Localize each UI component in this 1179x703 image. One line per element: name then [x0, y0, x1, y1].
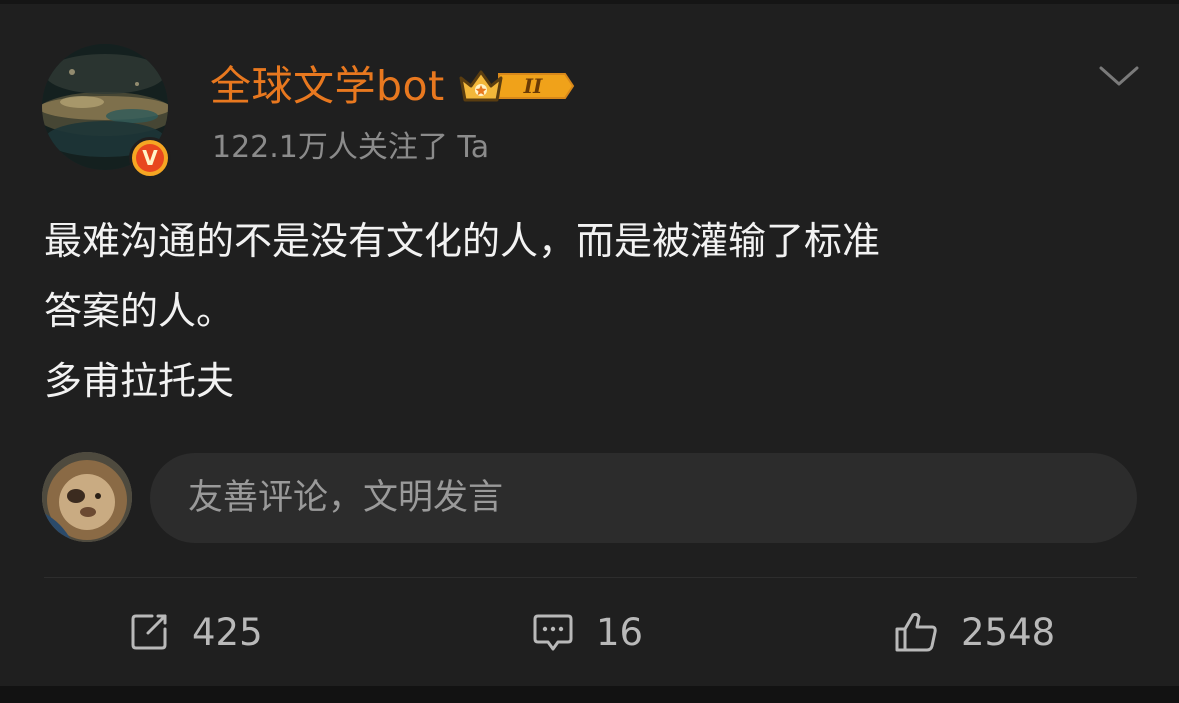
comment-count: 16 [596, 610, 644, 654]
chevron-down-icon[interactable] [1097, 60, 1141, 90]
my-avatar[interactable] [42, 452, 132, 542]
comment-button[interactable]: 16 [532, 604, 643, 660]
post-line: 最难沟通的不是没有文化的人，而是被灌输了标准 [44, 219, 881, 263]
comment-icon [532, 611, 574, 653]
post-author-attribution: 多甫拉托夫 [44, 359, 235, 403]
share-count: 425 [192, 610, 263, 654]
avatar-image [42, 452, 132, 542]
thumbs-up-icon [893, 611, 939, 653]
author-name-row: 全球文学bot II [210, 58, 575, 114]
post-text: 最难沟通的不是没有文化的人，而是被灌输了标准 答案的人。 多甫拉托夫 [44, 206, 1144, 416]
verified-badge-icon: V [129, 137, 171, 179]
like-button[interactable]: 2548 [893, 604, 1055, 660]
share-icon [128, 611, 170, 653]
comment-input[interactable] [150, 453, 1137, 543]
bottom-strip [0, 686, 1179, 703]
post-line: 答案的人。 [44, 289, 235, 333]
share-button[interactable]: 425 [128, 604, 263, 660]
follower-count: 122.1万人关注了 Ta [212, 130, 490, 165]
author-name[interactable]: 全球文学bot [210, 58, 445, 114]
like-count: 2548 [961, 610, 1056, 654]
divider [44, 577, 1137, 578]
rank-label: II [522, 74, 542, 98]
crown-rank-icon[interactable]: II [457, 64, 575, 108]
